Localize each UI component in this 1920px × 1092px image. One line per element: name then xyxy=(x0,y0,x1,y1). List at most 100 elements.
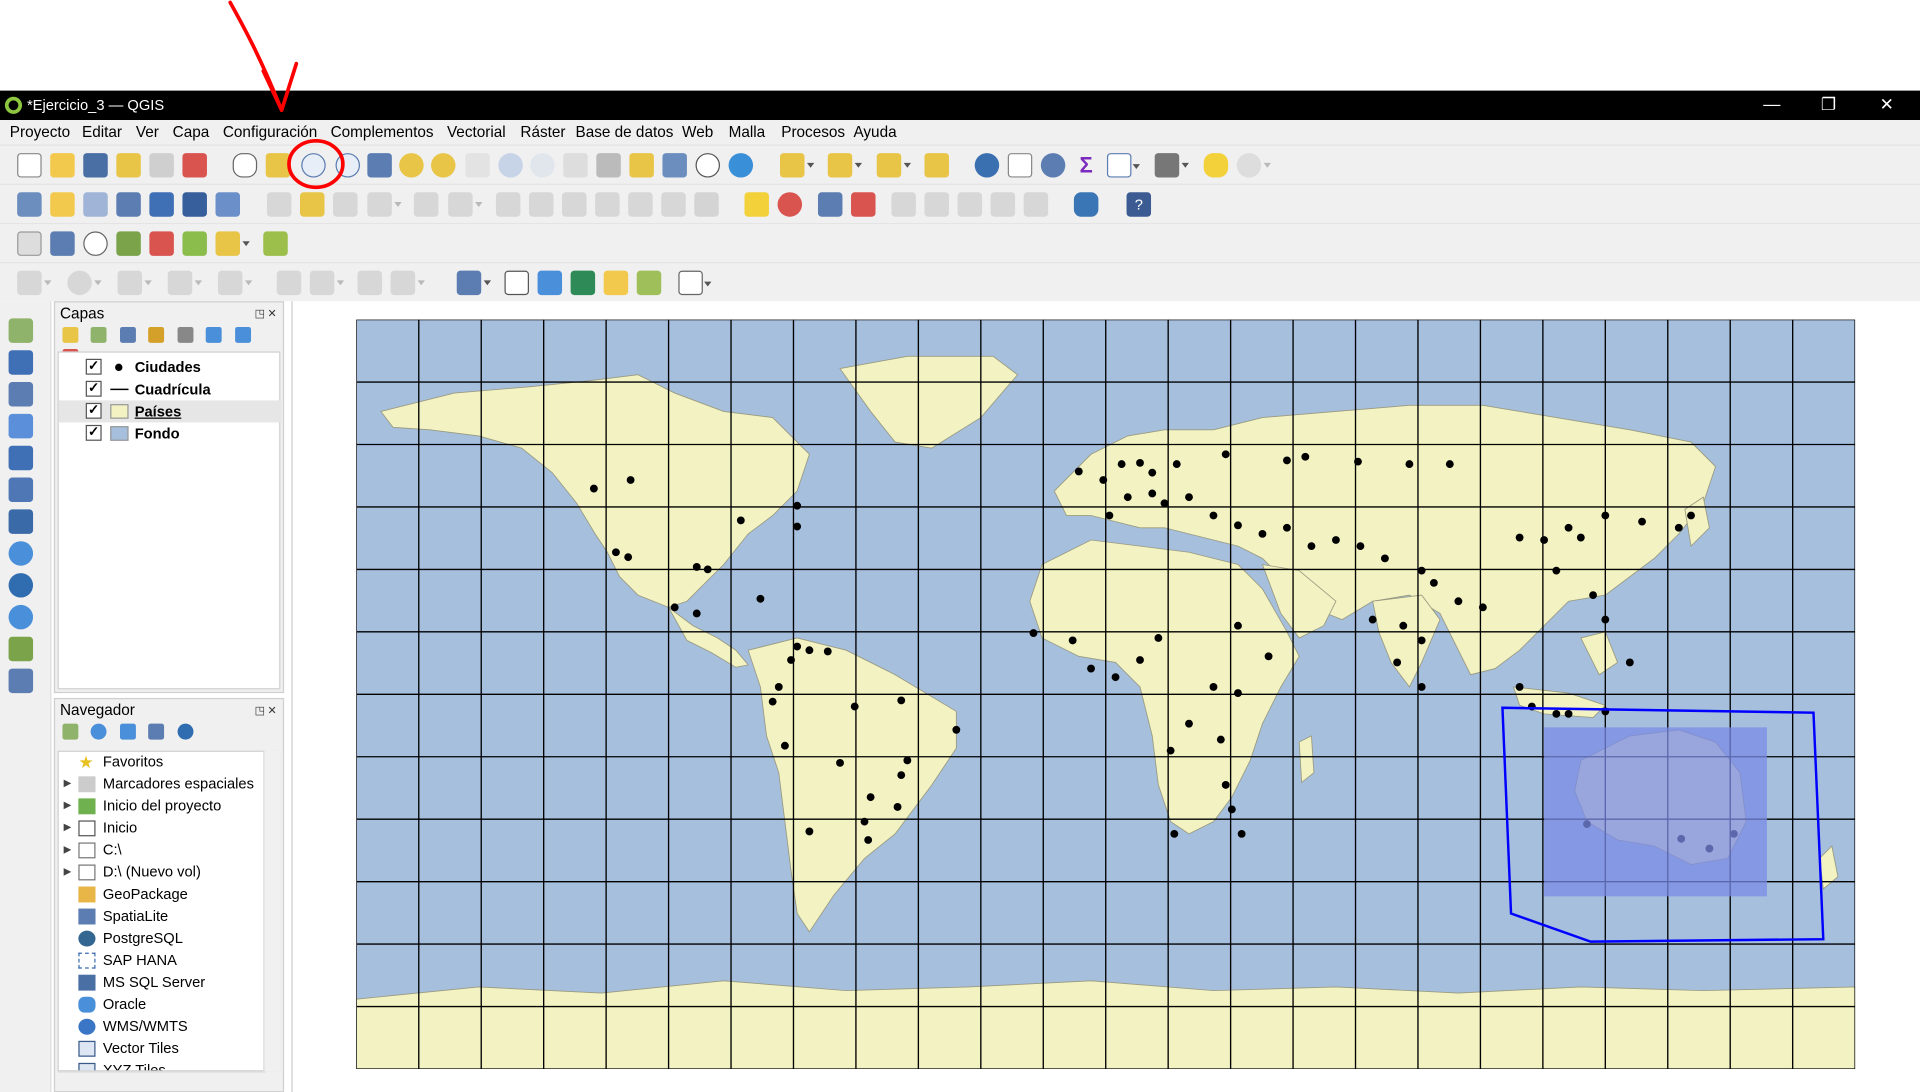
snapping-config-icon[interactable] xyxy=(50,231,75,256)
menu-raster[interactable]: Ráster xyxy=(520,124,565,141)
browser-horizontal-scrollbar[interactable] xyxy=(57,1071,266,1089)
add-point-text-annotation-icon[interactable] xyxy=(636,270,662,296)
expand-all-icon[interactable] xyxy=(206,326,222,343)
zoom-native-icon[interactable] xyxy=(465,153,490,178)
add-polygon-annotation-icon[interactable] xyxy=(537,270,563,296)
measure-line-icon[interactable] xyxy=(1154,153,1189,178)
add-selected-layers-icon[interactable] xyxy=(62,723,79,740)
map-tips-icon[interactable] xyxy=(1203,153,1229,178)
add-delimited-text-icon[interactable] xyxy=(8,413,34,439)
add-wfs-icon[interactable] xyxy=(8,604,34,630)
enable-tracing-icon[interactable] xyxy=(263,231,288,256)
menu-editar[interactable]: Editar xyxy=(82,124,122,141)
add-postgis-icon[interactable] xyxy=(8,509,34,534)
pin-labels-icon[interactable] xyxy=(851,192,876,217)
map-canvas[interactable] xyxy=(291,301,1920,1092)
add-ellipse-icon[interactable] xyxy=(117,270,152,296)
add-line-annotation-icon[interactable] xyxy=(570,270,596,296)
locator-icon[interactable] xyxy=(1236,153,1272,178)
menu-ayuda[interactable]: Ayuda xyxy=(853,124,896,141)
select-by-location-icon[interactable] xyxy=(924,153,949,178)
highlight-pinned-labels-icon[interactable] xyxy=(817,192,843,217)
add-polygon-icon[interactable] xyxy=(217,270,253,296)
vertex-tool-icon[interactable] xyxy=(413,192,439,217)
rotate-feature-icon[interactable] xyxy=(17,270,52,296)
show-hide-labels-icon[interactable] xyxy=(891,192,916,217)
collapse-all-icon[interactable] xyxy=(234,326,251,343)
new-virtual-layer-icon[interactable] xyxy=(182,192,207,217)
add-raster-layer-icon[interactable] xyxy=(8,350,34,375)
menu-capa[interactable]: Capa xyxy=(173,124,210,141)
text-annotation-icon[interactable] xyxy=(678,270,712,296)
add-feature-icon[interactable] xyxy=(367,192,402,217)
labeling-abc-icon[interactable] xyxy=(744,192,769,217)
move-label-icon[interactable] xyxy=(924,192,949,217)
attribute-table-icon[interactable] xyxy=(1007,153,1033,178)
add-table-icon[interactable] xyxy=(8,668,34,694)
copy-features-icon[interactable] xyxy=(562,192,587,217)
deselect-features-icon[interactable] xyxy=(876,153,912,178)
temporal-controller-icon[interactable] xyxy=(695,153,721,178)
new-bookmark-icon[interactable] xyxy=(629,153,654,178)
new-geopackage-layer-icon[interactable] xyxy=(50,192,75,217)
add-vector-layer-icon[interactable] xyxy=(8,318,34,343)
new-shapefile-layer-icon[interactable] xyxy=(83,192,108,217)
cut-features-icon[interactable] xyxy=(528,192,554,217)
rotate-label-icon[interactable] xyxy=(957,192,983,217)
modify-attributes-icon[interactable] xyxy=(448,192,483,217)
simplify-feature-icon[interactable] xyxy=(276,270,302,296)
snap-options-icon[interactable] xyxy=(215,231,250,256)
select-by-value-icon[interactable] xyxy=(827,153,863,178)
undo-icon[interactable] xyxy=(628,192,653,217)
menu-vectorial[interactable]: Vectorial xyxy=(447,124,506,141)
zoom-to-layer-icon[interactable] xyxy=(431,153,456,178)
layout-manager-icon[interactable] xyxy=(149,153,174,178)
menu-base-de-datos[interactable]: Base de datos xyxy=(576,124,674,141)
filter-browser-icon[interactable] xyxy=(119,723,136,740)
refresh-browser-icon[interactable] xyxy=(91,723,108,740)
select-features-icon[interactable] xyxy=(780,153,815,178)
menu-procesos[interactable]: Procesos xyxy=(781,124,845,141)
snapping-visibility-eye-icon[interactable] xyxy=(83,231,108,256)
reshape-features-icon[interactable] xyxy=(357,270,383,296)
filter-by-expression-icon[interactable] xyxy=(177,326,194,343)
menu-malla[interactable]: Malla xyxy=(729,124,766,141)
layer-styling-icon[interactable] xyxy=(62,326,79,343)
new-project-icon[interactable] xyxy=(17,153,42,178)
properties-info-icon[interactable] xyxy=(177,723,194,740)
zoom-full-icon[interactable] xyxy=(367,153,392,178)
add-ring-icon[interactable] xyxy=(309,270,345,296)
close-button[interactable]: ✕ xyxy=(1880,94,1894,115)
add-marker-annotation-icon[interactable] xyxy=(603,270,629,296)
world-map[interactable] xyxy=(356,319,1856,1069)
add-mesh-layer-icon[interactable] xyxy=(8,382,34,407)
snap-vertex-icon[interactable] xyxy=(182,231,207,256)
browser-vertical-scrollbar[interactable] xyxy=(263,750,281,1072)
save-project-icon[interactable] xyxy=(83,153,108,178)
new-spatialite-layer-icon[interactable] xyxy=(116,192,141,217)
help-icon[interactable]: ? xyxy=(1126,192,1152,217)
layer-checkbox[interactable]: ✓ xyxy=(85,424,102,441)
redo-icon[interactable] xyxy=(661,192,686,217)
maximize-button[interactable]: ❐ xyxy=(1821,94,1836,115)
filter-legend-icon[interactable] xyxy=(148,326,165,343)
layer-item-paises[interactable]: ✓ Países xyxy=(58,400,282,423)
new-map-view-icon[interactable] xyxy=(563,153,588,178)
python-console-icon[interactable] xyxy=(1073,192,1099,217)
add-circle-icon[interactable] xyxy=(67,270,102,296)
redo2-icon[interactable] xyxy=(694,192,719,217)
paste-features-icon[interactable] xyxy=(595,192,620,217)
add-new-vector-icon[interactable] xyxy=(8,636,34,662)
add-group-icon[interactable] xyxy=(91,326,108,343)
layer-checkbox[interactable]: ✓ xyxy=(85,380,102,397)
add-wcs-icon[interactable] xyxy=(8,573,34,598)
minimize-button[interactable]: — xyxy=(1763,94,1780,114)
toolbox-gear-icon[interactable] xyxy=(1040,153,1066,178)
refresh-icon[interactable] xyxy=(728,153,754,178)
zoom-last-icon[interactable] xyxy=(498,153,523,178)
panel-float-close-icon[interactable]: ◳✕ xyxy=(255,704,280,717)
menu-web[interactable]: Web xyxy=(682,124,713,141)
annotation-text-icon[interactable] xyxy=(456,270,492,296)
delete-selected-icon[interactable] xyxy=(495,192,521,217)
layer-checkbox[interactable]: ✓ xyxy=(85,358,102,375)
